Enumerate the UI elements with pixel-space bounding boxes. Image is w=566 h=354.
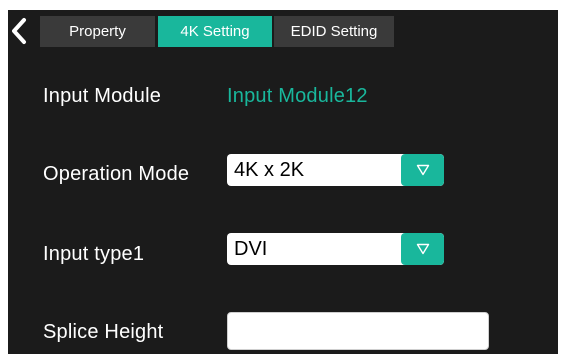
dropdown-arrow-icon[interactable] [401,154,444,186]
back-button[interactable] [8,16,36,46]
screen: Property 4K Setting EDID Setting Input M… [0,0,566,354]
operation-mode-label: Operation Mode [43,163,190,185]
dropdown-arrow-icon[interactable] [401,233,444,265]
tab-edid-setting[interactable]: EDID Setting [274,16,394,47]
operation-mode-selected-value: 4K x 2K [234,158,305,181]
splice-height-label: Splice Height [43,321,164,343]
tab-property[interactable]: Property [40,16,155,47]
input-type-label: Input type1 [43,243,145,265]
operation-mode-select[interactable]: 4K x 2K [227,154,444,186]
tab-4k-setting[interactable]: 4K Setting [158,16,272,47]
input-module-value: Input Module12 [227,85,368,107]
input-module-label: Input Module [43,85,162,107]
input-type-select[interactable]: DVI [227,233,444,265]
chevron-left-icon [8,16,36,46]
settings-panel: Property 4K Setting EDID Setting Input M… [8,10,558,354]
input-type-selected-value: DVI [234,237,268,260]
splice-height-input[interactable] [227,312,489,350]
